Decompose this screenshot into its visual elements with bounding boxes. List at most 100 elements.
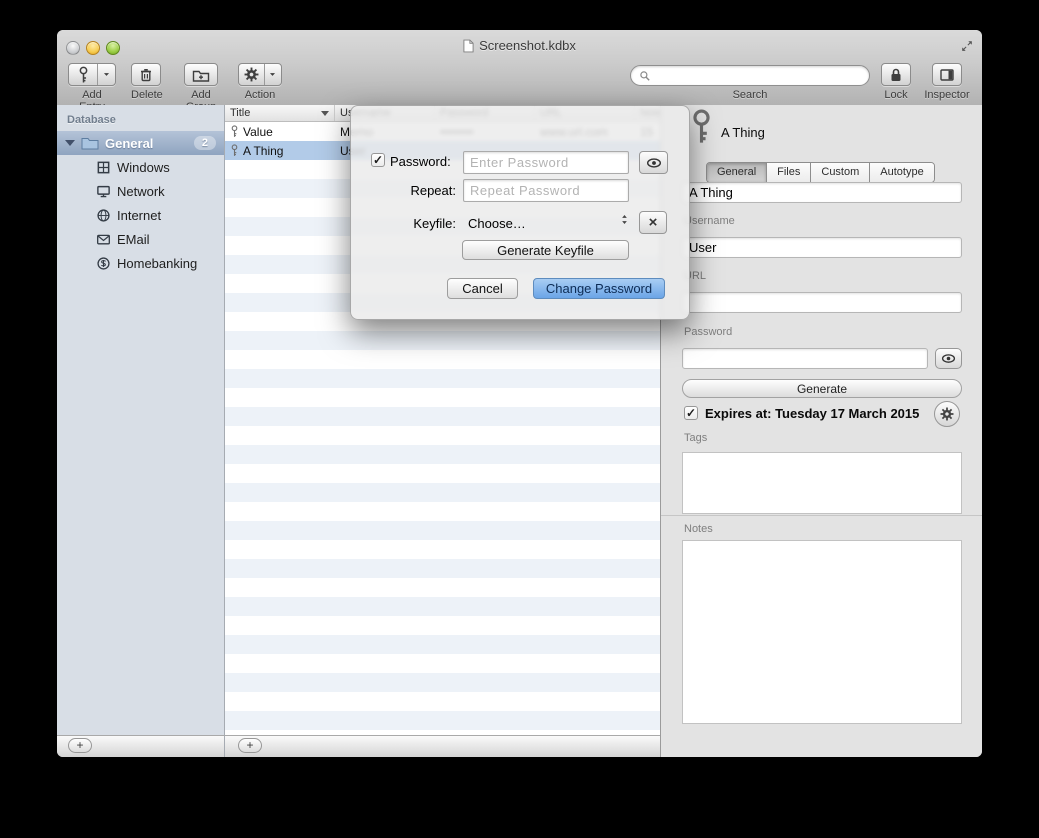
dialog-repeat-input[interactable] <box>463 179 629 202</box>
globe-icon <box>96 208 111 223</box>
desktop: Screenshot.kdbx Add Entry Delete Add Gro <box>0 0 1039 838</box>
sidebar-group-general[interactable]: General 2 <box>57 131 224 155</box>
document-icon <box>463 39 474 53</box>
fullscreen-icon[interactable] <box>960 39 974 53</box>
dialog-password-input[interactable] <box>463 151 629 174</box>
list-bottom-bar <box>225 735 660 757</box>
notes-label: Notes <box>684 523 713 535</box>
sidebar: Database General 2 Windows Network <box>57 105 225 735</box>
coin-icon <box>96 256 111 271</box>
password-checkbox[interactable]: ✓ <box>371 153 385 167</box>
inspector-entry-title: A Thing <box>721 125 765 140</box>
tab-custom[interactable]: Custom <box>811 163 870 182</box>
eye-icon <box>646 155 662 171</box>
popup-stepper-icon[interactable] <box>619 213 630 226</box>
sidebar-item-internet[interactable]: Internet <box>57 203 224 227</box>
empty-row <box>225 407 660 426</box>
add-group-plus-button[interactable]: + <box>68 738 92 753</box>
tab-autotype[interactable]: Autotype <box>870 163 933 182</box>
dialog-show-password-button[interactable] <box>639 151 668 174</box>
disclosure-triangle-icon[interactable] <box>65 140 75 146</box>
search-input[interactable] <box>656 68 861 84</box>
clear-keyfile-button[interactable]: × <box>639 211 667 234</box>
app-window: Screenshot.kdbx Add Entry Delete Add Gro <box>57 30 982 757</box>
window-title: Screenshot.kdbx <box>177 37 862 54</box>
lock-label: Lock <box>881 89 911 101</box>
cancel-button[interactable]: Cancel <box>447 278 518 299</box>
empty-row <box>225 711 660 730</box>
sidebar-group-label: General <box>105 136 153 151</box>
inspector-divider <box>661 515 982 516</box>
inspector-toggle-button[interactable] <box>932 63 962 86</box>
sidebar-item-windows[interactable]: Windows <box>57 155 224 179</box>
action-button[interactable] <box>238 63 282 86</box>
folder-plus-icon <box>192 67 210 83</box>
notes-field[interactable] <box>682 540 962 724</box>
delete-button[interactable] <box>131 63 161 86</box>
password-label: Password <box>684 326 732 338</box>
plus-icon: + <box>246 738 253 752</box>
inspector-panel: A Thing General Files Custom Autotype Us… <box>660 105 982 757</box>
expiry-options-button[interactable] <box>934 401 960 427</box>
keyfile-popup-button[interactable]: Choose… <box>468 216 526 231</box>
check-icon: ✓ <box>686 406 696 420</box>
close-icon: × <box>649 214 658 231</box>
eye-icon <box>941 351 956 366</box>
action-label: Action <box>238 89 282 101</box>
empty-row <box>225 445 660 464</box>
chevron-down-icon[interactable] <box>265 64 281 85</box>
key-icon <box>230 125 239 138</box>
change-password-button[interactable]: Change Password <box>533 278 665 299</box>
add-entry-button[interactable] <box>68 63 116 86</box>
expires-checkbox[interactable]: ✓ <box>684 406 698 420</box>
username-field[interactable] <box>682 237 962 258</box>
empty-row <box>225 654 660 673</box>
gear-icon <box>940 407 954 421</box>
empty-row <box>225 559 660 578</box>
zoom-window-button[interactable] <box>106 41 120 55</box>
gear-icon <box>239 64 264 85</box>
sidebar-item-homebanking[interactable]: Homebanking <box>57 251 224 275</box>
show-password-button[interactable] <box>935 348 962 369</box>
lock-button[interactable] <box>881 63 911 86</box>
empty-row <box>225 483 660 502</box>
empty-row <box>225 369 660 388</box>
add-group-button[interactable] <box>184 63 218 86</box>
empty-row <box>225 692 660 711</box>
key-icon <box>230 144 239 157</box>
generate-keyfile-button[interactable]: Generate Keyfile <box>462 240 629 260</box>
tab-files[interactable]: Files <box>767 163 811 182</box>
username-label: Username <box>684 215 735 227</box>
lock-icon <box>888 67 904 83</box>
empty-row <box>225 578 660 597</box>
empty-row <box>225 597 660 616</box>
network-icon <box>96 184 111 199</box>
minimize-window-button[interactable] <box>86 41 100 55</box>
tab-general[interactable]: General <box>707 163 767 182</box>
empty-row <box>225 426 660 445</box>
sidebar-item-email[interactable]: EMail <box>57 227 224 251</box>
dialog-repeat-label: Repeat: <box>351 183 456 198</box>
tags-field[interactable] <box>682 452 962 514</box>
title-field[interactable] <box>682 182 962 203</box>
password-field[interactable] <box>682 348 928 369</box>
add-entry-plus-button[interactable]: + <box>238 738 262 753</box>
empty-row <box>225 350 660 369</box>
empty-row <box>225 502 660 521</box>
chevron-down-icon[interactable] <box>98 64 115 85</box>
delete-label: Delete <box>131 89 161 101</box>
column-header-title[interactable]: Title <box>225 105 335 121</box>
window-chrome: Screenshot.kdbx Add Entry Delete Add Gro <box>57 30 982 106</box>
close-window-button[interactable] <box>66 41 80 55</box>
generate-password-button[interactable]: Generate <box>682 379 962 398</box>
entry-count-badge: 2 <box>194 136 216 150</box>
plus-icon: + <box>76 738 83 752</box>
change-password-dialog: ✓ Password: Repeat: Keyfile: Choose… × G… <box>350 105 690 320</box>
expires-label: Expires at: Tuesday 17 March 2015 <box>705 406 919 421</box>
sidebar-item-network[interactable]: Network <box>57 179 224 203</box>
dialog-password-label: Password: <box>390 154 451 169</box>
search-field[interactable] <box>630 65 870 86</box>
sort-indicator-icon <box>321 111 329 116</box>
key-icon <box>69 64 97 85</box>
url-field[interactable] <box>682 292 962 313</box>
